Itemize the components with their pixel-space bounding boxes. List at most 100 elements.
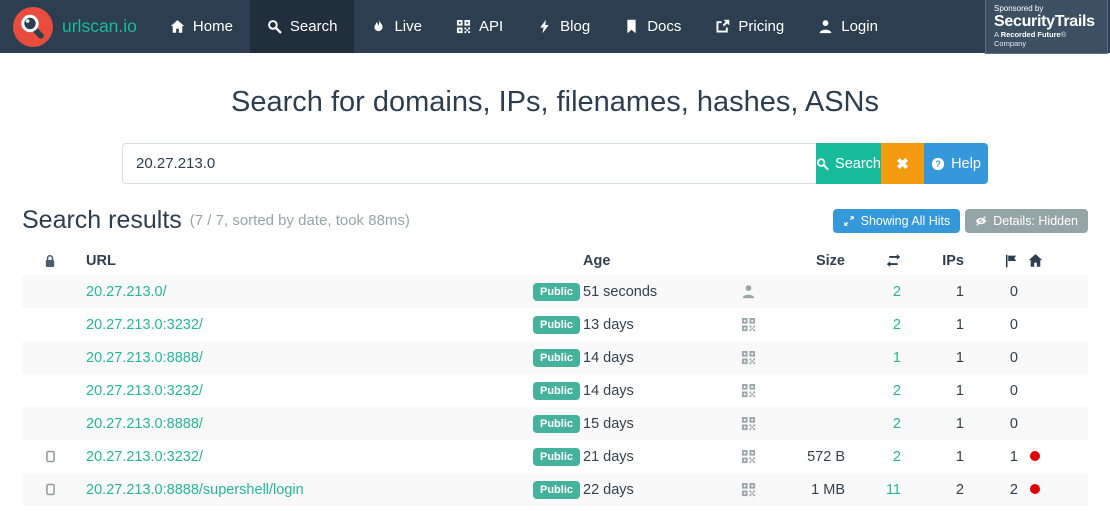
search-icon <box>816 157 829 170</box>
result-flags: 0 <box>1009 283 1018 300</box>
column-header-ips: IPs <box>942 252 964 269</box>
qrcode-icon <box>741 317 756 333</box>
brand-name: urlscan.io <box>62 16 137 36</box>
table-row: 20.27.213.0:8888/supershell/login Public… <box>22 473 1088 506</box>
nav-label: Home <box>192 18 233 35</box>
nav-item-search[interactable]: Search <box>249 0 355 53</box>
malicious-dot <box>1030 483 1040 494</box>
flag-icon <box>964 253 1018 269</box>
clear-search-button[interactable]: ✖ <box>881 143 924 184</box>
result-url-link[interactable]: 20.27.213.0:3232/ <box>86 449 203 465</box>
visibility-badge: Public <box>533 315 581 334</box>
result-ips: 1 <box>955 283 964 300</box>
result-requests-link[interactable]: 2 <box>893 416 901 432</box>
result-url-link[interactable]: 20.27.213.0:3232/ <box>86 383 203 399</box>
nav-item-login[interactable]: Login <box>801 0 895 53</box>
brand-link[interactable]: urlscan.io <box>13 6 153 47</box>
nav-item-api[interactable]: API <box>439 0 520 53</box>
qrcode-icon <box>741 449 756 465</box>
column-header-age: Age <box>583 252 611 269</box>
home-icon <box>1018 253 1052 269</box>
nav-label: Pricing <box>738 18 785 35</box>
result-ips: 1 <box>955 349 964 366</box>
nav-item-blog[interactable]: Blog <box>520 0 607 53</box>
lock-icon <box>22 253 78 269</box>
result-requests-link[interactable]: 2 <box>893 284 901 300</box>
result-requests-link[interactable]: 1 <box>893 350 901 366</box>
result-age: 15 days <box>583 415 634 432</box>
result-url-link[interactable]: 20.27.213.0:8888/ <box>86 350 203 366</box>
malicious-dot <box>1030 450 1040 461</box>
results-table-header: URL Age Size IPs <box>22 246 1088 275</box>
result-url-link[interactable]: 20.27.213.0/ <box>86 284 167 300</box>
qrcode-icon <box>741 482 756 498</box>
result-ips: 1 <box>955 448 964 465</box>
urlscan-logo-icon <box>13 6 53 47</box>
results-meta: (7 / 7, sorted by date, took 88ms) <box>189 212 410 229</box>
nav-label: Live <box>394 18 422 35</box>
nav-item-home[interactable]: Home <box>153 0 250 53</box>
eye-slash-icon <box>975 215 987 226</box>
result-url-link[interactable]: 20.27.213.0:8888/supershell/login <box>86 482 304 498</box>
sponsor-tagline: Sponsored by <box>994 3 1044 13</box>
result-requests-link[interactable]: 2 <box>893 449 901 465</box>
result-flags: 0 <box>1009 349 1018 366</box>
result-flags: 1 <box>1009 448 1018 465</box>
square-outline-icon <box>22 449 78 465</box>
help-button[interactable]: ? Help <box>924 143 988 184</box>
column-header-size: Size <box>815 252 845 269</box>
details-toggle-button[interactable]: Details: Hidden <box>965 208 1088 233</box>
fire-icon <box>371 19 386 34</box>
nav-item-pricing[interactable]: Pricing <box>698 0 801 53</box>
result-requests-link[interactable]: 2 <box>893 383 901 399</box>
nav-label: API <box>478 18 504 35</box>
expand-arrows-icon <box>843 215 854 226</box>
search-button[interactable]: Search <box>816 143 881 184</box>
hero-section: Search for domains, IPs, filenames, hash… <box>0 53 1110 184</box>
table-row: 20.27.213.0:3232/ Public 13 days 2 1 0 <box>22 308 1088 341</box>
table-row: 20.27.213.0:8888/ Public 15 days 2 1 0 <box>22 407 1088 440</box>
result-age: 13 days <box>583 316 634 333</box>
nav-item-live[interactable]: Live <box>354 0 439 53</box>
results-section: Search results (7 / 7, sorted by date, t… <box>0 206 1110 506</box>
user-icon <box>741 284 756 300</box>
result-ips: 1 <box>955 316 964 333</box>
exchange-arrows-icon <box>845 253 901 269</box>
sponsor-badge[interactable]: Sponsored by SecurityTrails A Recorded F… <box>985 0 1108 55</box>
result-flags: 0 <box>1009 382 1018 399</box>
results-table-body: 20.27.213.0/ Public 51 seconds 2 1 0 20.… <box>22 275 1088 506</box>
visibility-badge: Public <box>533 381 581 400</box>
search-input[interactable] <box>122 143 816 184</box>
table-row: 20.27.213.0/ Public 51 seconds 2 1 0 <box>22 275 1088 308</box>
nav-label: Blog <box>560 18 591 35</box>
question-circle-icon: ? <box>931 157 945 170</box>
result-age: 14 days <box>583 382 634 399</box>
table-row: 20.27.213.0:3232/ Public 21 days 572 B 2… <box>22 440 1088 473</box>
external-link-icon <box>715 19 730 34</box>
results-title: Search results <box>22 206 182 234</box>
result-requests-link[interactable]: 2 <box>893 317 901 333</box>
results-header: Search results (7 / 7, sorted by date, t… <box>22 206 1088 235</box>
nav-item-docs[interactable]: Docs <box>607 0 698 53</box>
page-title: Search for domains, IPs, filenames, hash… <box>231 86 879 118</box>
result-size: 1 MB <box>811 481 845 498</box>
sponsor-subtitle: A Recorded Future® Company <box>994 30 1067 49</box>
nav-label: Login <box>841 18 878 35</box>
showing-all-hits-button[interactable]: Showing All Hits <box>832 208 961 233</box>
result-ips: 2 <box>955 481 964 498</box>
result-url-link[interactable]: 20.27.213.0:8888/ <box>86 416 203 432</box>
result-requests-link[interactable]: 11 <box>886 482 901 498</box>
svg-text:?: ? <box>935 159 941 169</box>
result-age: 22 days <box>583 481 634 498</box>
result-age: 21 days <box>583 448 634 465</box>
result-url-link[interactable]: 20.27.213.0:3232/ <box>86 317 203 333</box>
result-ips: 1 <box>955 382 964 399</box>
home-icon <box>170 19 185 34</box>
sponsor-name: SecurityTrails <box>994 12 1095 30</box>
visibility-badge: Public <box>533 282 581 301</box>
nav-label: Docs <box>647 18 682 35</box>
result-age: 51 seconds <box>583 283 658 300</box>
qrcode-icon <box>456 19 471 34</box>
result-flags: 2 <box>1009 481 1018 498</box>
user-icon <box>818 19 833 34</box>
